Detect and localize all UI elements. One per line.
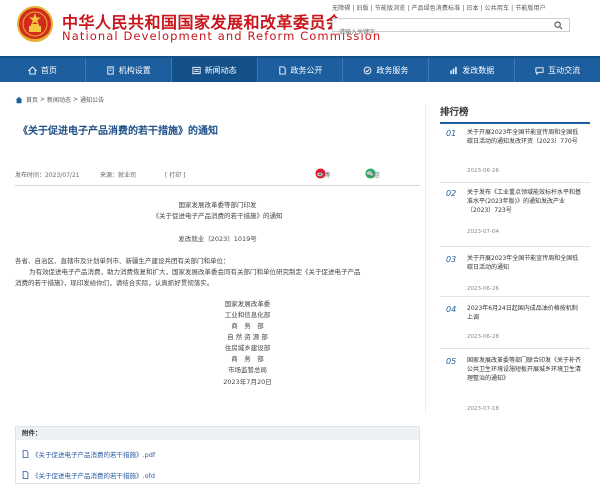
main-nav: 首页 机构设置 新闻动态 政务公开 政务服务 发改数据 互动交流	[0, 56, 600, 82]
share-label: 微博	[318, 172, 331, 179]
breadcrumb-notices[interactable]: 通知公告	[80, 95, 104, 104]
file-icon	[22, 450, 29, 458]
attachment-name: 《关于促进电子产品消费的若干措施》.pdf	[32, 451, 156, 459]
nav-label: 新闻动态	[204, 65, 237, 75]
nav-services[interactable]: 政务服务	[343, 58, 430, 82]
ranking-link[interactable]: 2023年6月24日起国内成品油价格按机制上调	[467, 304, 582, 322]
recipients: 各省、自治区、直辖市及计划单列市、新疆生产建设兵团有关部门和单位：	[15, 257, 230, 265]
ranking-link[interactable]: 关于开展2023年全国节能宣传周和全国低碳日活动的通知	[467, 254, 582, 272]
article-source: 来源：就业司	[100, 172, 137, 179]
attachment-name: 《关于促进电子产品消费的若干措施》.ofd	[32, 472, 155, 480]
signature: 市场监管总局	[228, 366, 267, 374]
ranking-link[interactable]: 关于发布《工业重点领域能效标杆水平和基准水平(2023年版)》的通知发改产业〔2…	[467, 188, 582, 215]
ranking-date: 2023-07-04	[467, 229, 499, 235]
ranking-number: 04	[446, 305, 457, 314]
breadcrumb: 首页 > 新闻动态 > 通知公告	[15, 95, 104, 104]
nav-label: 机构设置	[118, 65, 151, 75]
document-icon	[278, 65, 286, 75]
ranking-number: 02	[446, 189, 457, 198]
ranking-date: 2023-06-26	[467, 168, 499, 174]
breadcrumb-separator: >	[73, 96, 79, 103]
ranking-number: 05	[446, 357, 457, 366]
sign-date: 2023年7月20日	[223, 378, 272, 386]
ranking-date: 2023-07-18	[467, 406, 499, 412]
forward-line-1: 国家发展改革委等部门印发	[178, 201, 257, 209]
signature: 国家发展改革委	[224, 300, 271, 308]
national-emblem-icon	[17, 6, 53, 42]
home-icon	[27, 65, 37, 75]
attachment-link-pdf[interactable]: 《关于促进电子产品消费的若干措施》.pdf	[22, 449, 155, 459]
ranking-number: 01	[446, 129, 457, 138]
signature: 商 务 部	[231, 355, 264, 363]
news-icon	[192, 66, 201, 74]
signature: 商 务 部	[231, 322, 264, 330]
nav-organization[interactable]: 机构设置	[86, 58, 172, 82]
attachments-heading: 附件：	[16, 427, 419, 440]
chat-icon	[535, 66, 544, 75]
ranking-divider	[440, 246, 590, 247]
nav-government-affairs[interactable]: 政务公开	[258, 58, 344, 82]
nav-interaction[interactable]: 互动交流	[515, 58, 600, 82]
search-box	[332, 18, 570, 39]
article-meta: 发布时间：2023/07/21 来源：就业司 [ 打印 ] 微博 微信	[15, 168, 420, 182]
meta-divider	[15, 185, 420, 186]
signature: 自 然 资 源 部	[227, 333, 268, 341]
share-weibo[interactable]: 微博	[315, 168, 330, 179]
nav-news[interactable]: 新闻动态	[171, 58, 258, 82]
signature: 住房城乡建设部	[224, 344, 271, 352]
breadcrumb-separator: >	[40, 96, 46, 103]
ranking-date: 2023-06-28	[467, 334, 499, 340]
article-title: 《关于促进电子产品消费的若干措施》的通知	[18, 126, 218, 137]
share-label: 微信	[368, 172, 381, 179]
top-links[interactable]: 无障碍 | 旧版 | 节能版浏览 | 产品绿色消费标准 | 日本 | 公共用车 …	[332, 3, 546, 12]
ranking-divider	[440, 348, 590, 349]
search-button[interactable]	[547, 19, 569, 31]
nav-label: 发改数据	[462, 65, 495, 75]
signature: 工业和信息化部	[224, 311, 271, 319]
breadcrumb-news[interactable]: 新闻动态	[47, 95, 71, 104]
data-icon	[450, 66, 457, 74]
building-icon	[107, 65, 114, 75]
share-wechat[interactable]: 微信	[365, 168, 380, 179]
search-icon	[553, 20, 562, 29]
ranking-number: 03	[446, 255, 457, 264]
nav-home[interactable]: 首页	[0, 58, 86, 82]
attachments-panel: 附件： 《关于促进电子产品消费的若干措施》.pdf 《关于促进电子产品消费的若干…	[15, 426, 420, 484]
ranking-sidebar: 排行榜 01 关于开展2023年全国节能宣传周和全国低碳日活动的通知发改环资〔2…	[440, 104, 590, 412]
publish-date: 发布时间：2023/07/21	[15, 172, 80, 179]
ranking-divider	[440, 296, 590, 297]
ranking-date: 2023-06-26	[467, 286, 499, 292]
body-paragraph-line-2: 消费的若干措施》，现印发给你们，请结合实际，认真抓好贯彻落实。	[15, 279, 214, 287]
service-icon	[363, 66, 372, 74]
nav-label: 首页	[40, 65, 57, 75]
forward-line-2: 《关于促进电子产品消费的若干措施》的通知	[152, 212, 283, 220]
column-divider	[425, 104, 426, 414]
search-input[interactable]	[333, 26, 543, 39]
print-link[interactable]: [ 打印 ]	[165, 170, 186, 179]
site-header: 中华人民共和国国家发展和改革委员会 National Development a…	[0, 0, 600, 56]
doc-number: 发改就业〔2023〕1019号	[178, 235, 257, 243]
nav-label: 政务公开	[290, 65, 323, 75]
body-paragraph-line-1: 为有效促进电子产品消费，助力消费恢复和扩大，国家发展改革委会同有关部门和单位研究…	[29, 268, 361, 276]
ranking-link[interactable]: 国家发展改革委等部门联合印发《关于补齐公共卫生环境设施短板开展城乡环境卫生清理整…	[467, 356, 582, 383]
ranking-link[interactable]: 关于开展2023年全国节能宣传周和全国低碳日活动的通知发改环资〔2023〕770…	[467, 128, 582, 146]
file-icon	[22, 471, 29, 479]
nav-label: 互动交流	[548, 65, 581, 75]
ranking-divider	[440, 182, 590, 183]
home-icon	[15, 96, 23, 103]
attachment-link-ofd[interactable]: 《关于促进电子产品消费的若干措施》.ofd	[22, 470, 155, 480]
nav-data[interactable]: 发改数据	[429, 58, 516, 82]
ranking-title: 排行榜	[440, 104, 590, 124]
breadcrumb-home[interactable]: 首页	[26, 95, 38, 104]
nav-label: 政务服务	[376, 65, 409, 75]
